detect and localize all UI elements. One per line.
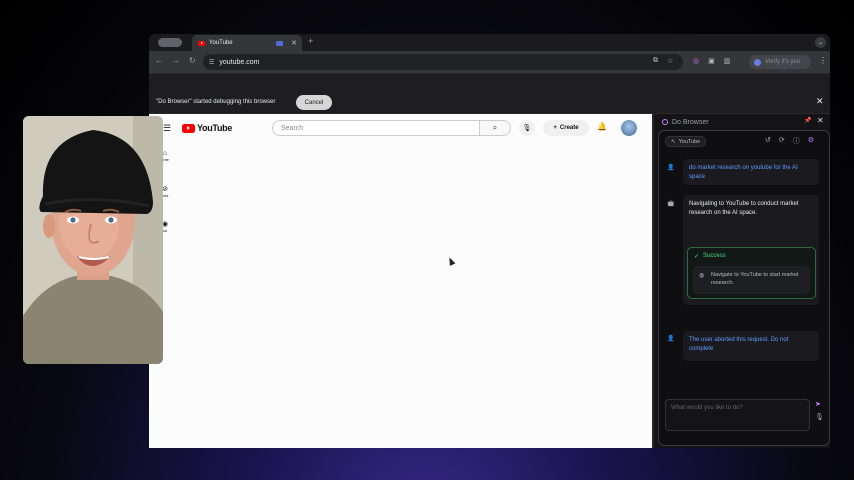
mouse-cursor-icon: [446, 256, 456, 266]
browser-menu-icon[interactable]: ⋮: [819, 56, 827, 65]
infobar-close-icon[interactable]: ✕: [816, 96, 824, 107]
youtube-search-button[interactable]: ⌕: [480, 120, 511, 136]
youtube-logo-text: YouTube: [197, 123, 233, 133]
youtube-favicon-icon: [198, 40, 205, 46]
pin-icon[interactable]: 📌: [804, 117, 811, 124]
panel-close-icon[interactable]: ✕: [817, 116, 824, 125]
new-tab-button[interactable]: +: [308, 36, 313, 46]
success-step-card: ✓ Success ◍ Navigate to YouTube to start…: [687, 247, 816, 299]
search-icon: ⌕: [492, 123, 498, 132]
tab-search-button[interactable]: ⌄: [815, 37, 826, 48]
youtube-logo[interactable]: YouTube: [182, 123, 232, 133]
send-icon[interactable]: ➤: [815, 400, 821, 408]
tab-close-icon[interactable]: ✕: [291, 39, 297, 47]
hamburger-menu-icon[interactable]: ☰: [163, 123, 171, 134]
address-text: youtube.com: [219, 58, 260, 66]
webcam-overlay: [23, 116, 163, 364]
extensions-puzzle-icon[interactable]: ▣: [708, 57, 715, 65]
plus-icon: +: [553, 125, 557, 131]
debugging-infobar: "Do Browser" started debugging this brow…: [149, 73, 830, 114]
microphone-muted-icon[interactable]: 🎙: [815, 413, 824, 421]
do-browser-extension-icon[interactable]: ◎: [693, 57, 699, 65]
youtube-page: ☰ YouTube Search ⌕ 🎙 + Create 🔔 ⌂ ome ⊘ …: [149, 114, 652, 448]
notifications-bell-icon[interactable]: 🔔: [597, 122, 607, 131]
browser-window: YouTube ✕ + ⌄ ← → ↻ ☰ youtube.com ⧉ ☆ ◎ …: [149, 34, 830, 448]
verify-label: Verify it's you: [765, 59, 801, 65]
tab-youtube[interactable]: YouTube ✕: [192, 35, 302, 51]
user-icon: 👤: [667, 336, 675, 342]
step-item: ◍ Navigate to YouTube to start market re…: [693, 266, 810, 294]
bookmark-star-icon[interactable]: ☆: [667, 57, 673, 65]
checkmark-icon: ✓: [694, 254, 700, 260]
create-label: Create: [559, 125, 579, 131]
history-icon[interactable]: ↺: [765, 136, 771, 146]
back-icon[interactable]: ←: [155, 56, 163, 65]
browser-toolbar: ← → ↻ ☰ youtube.com ⧉ ☆ ◎ ▣ ▥ Verify it'…: [149, 51, 830, 73]
current-tab-chip[interactable]: ↖ YouTube: [665, 136, 707, 147]
create-button[interactable]: + Create: [543, 120, 589, 136]
microphone-icon: 🎙: [522, 125, 532, 132]
tab-group-chip[interactable]: [158, 38, 182, 47]
side-panel-icon[interactable]: ▥: [724, 57, 731, 65]
agent-message-text: Navigating to YouTube to conduct market …: [689, 201, 799, 216]
forward-icon[interactable]: →: [172, 56, 180, 65]
youtube-search-input[interactable]: Search: [272, 120, 480, 136]
agent-chat: ↖ YouTube ↺ ⟳ ⓘ ⚙ 👤 do market research o…: [658, 130, 830, 446]
info-icon[interactable]: ⓘ: [793, 136, 800, 146]
infobar-message: "Do Browser" started debugging this brow…: [156, 99, 276, 105]
install-icon[interactable]: ⧉: [653, 57, 658, 65]
extension-icons: ◎ ▣ ▥: [693, 57, 730, 65]
user-message: do market research on youtube for the AI…: [683, 159, 819, 185]
reload-icon[interactable]: ↻: [189, 56, 196, 65]
chip-label: YouTube: [678, 138, 701, 145]
verify-profile-button[interactable]: Verify it's you: [749, 55, 811, 69]
site-info-icon[interactable]: ☰: [209, 59, 214, 66]
sidebar-item-label: ou: [162, 228, 168, 233]
panel-actions: ↺ ⟳ ⓘ ⚙: [765, 136, 814, 146]
debug-badge-icon: [276, 40, 284, 46]
user-icon: 👤: [667, 165, 675, 171]
voice-search-button[interactable]: 🎙: [519, 120, 535, 136]
youtube-avatar[interactable]: [621, 120, 637, 136]
do-browser-panel: Do Browser 📌 ✕ ↖ YouTube ↺ ⟳ ⓘ ⚙ 👤 do ma…: [653, 114, 830, 448]
success-label: Success: [703, 253, 726, 259]
globe-icon: ◍: [699, 273, 705, 279]
youtube-play-icon: [182, 123, 195, 133]
success-status: ✓ Success: [694, 253, 726, 260]
presenter-video: [23, 116, 163, 364]
do-browser-logo-icon: [662, 119, 668, 125]
settings-gear-icon[interactable]: ⚙: [808, 136, 814, 146]
profile-avatar: [754, 58, 761, 66]
address-bar[interactable]: ☰ youtube.com: [203, 54, 683, 70]
omnibox-actions: ⧉ ☆: [653, 57, 673, 65]
tab-title: YouTube: [209, 40, 233, 46]
bot-icon: 🤖: [667, 201, 675, 207]
user-message: The user aborted this request. Do not co…: [683, 331, 819, 361]
step-text: Navigate to YouTube to start market rese…: [711, 272, 799, 286]
cancel-debugging-button[interactable]: Cancel: [296, 95, 332, 110]
tab-bar: YouTube ✕ + ⌄: [149, 34, 830, 51]
panel-title: Do Browser: [672, 118, 709, 126]
refresh-icon[interactable]: ⟳: [779, 136, 785, 146]
prompt-input[interactable]: What would you like to do?: [665, 399, 810, 431]
tab-pointer-icon: ↖: [671, 138, 676, 145]
